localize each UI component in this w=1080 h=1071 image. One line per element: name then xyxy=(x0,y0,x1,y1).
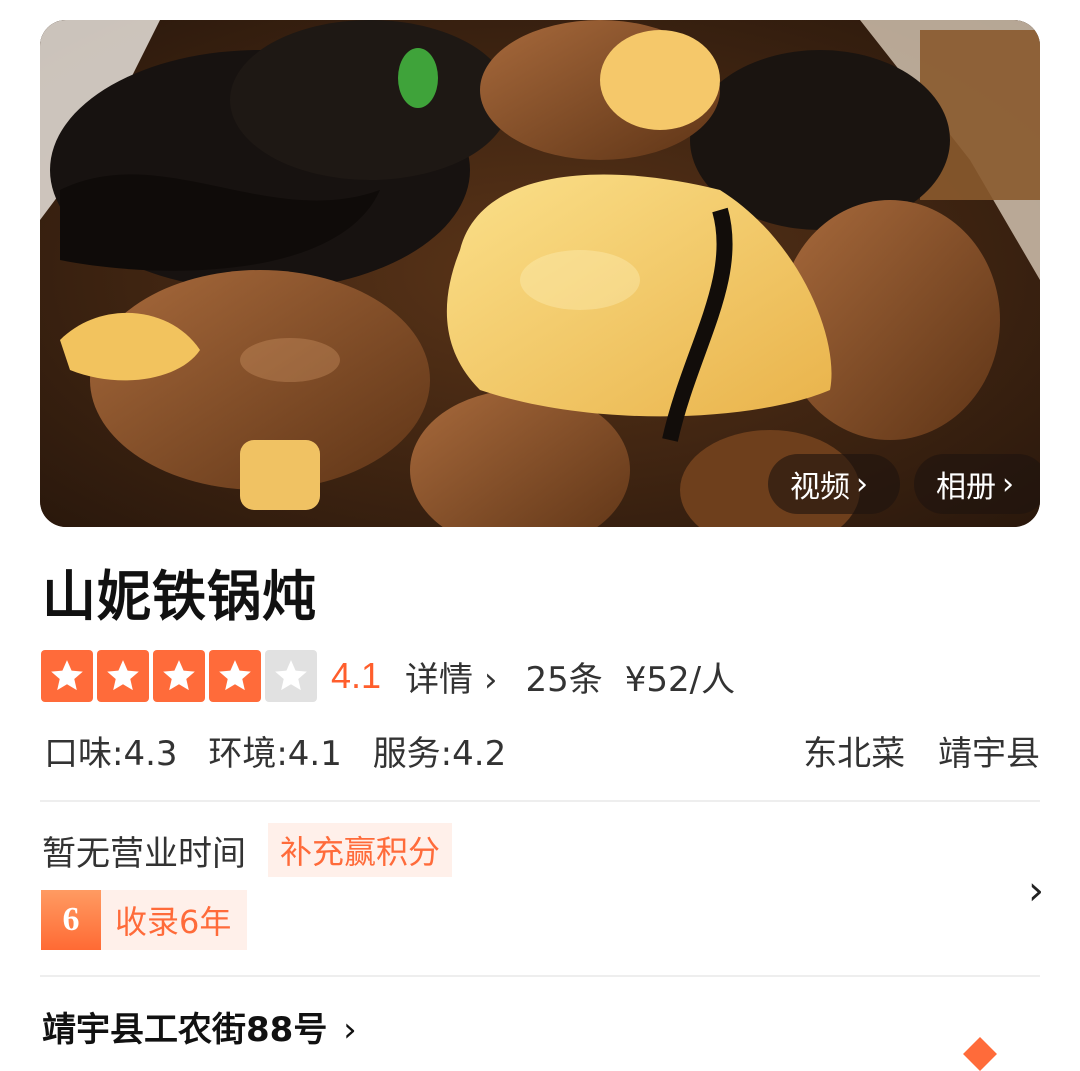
album-label: 相册 xyxy=(936,470,996,505)
star-icon xyxy=(97,650,149,702)
environment-score: 环境:4.1 xyxy=(208,733,342,774)
chevron-right-icon[interactable]: › xyxy=(1028,868,1044,914)
chevron-right-icon: › xyxy=(856,466,868,502)
navigation-icon[interactable] xyxy=(963,1037,997,1071)
earn-points-tag[interactable]: 补充赢积分 xyxy=(268,823,453,877)
star-icon xyxy=(209,650,261,702)
divider xyxy=(40,975,1040,977)
star-icon xyxy=(41,650,93,702)
business-hours: 暂无营业时间 xyxy=(42,833,246,874)
badge-text: 收录6年 xyxy=(101,890,248,950)
food-photo xyxy=(40,20,1040,527)
video-label: 视频 xyxy=(790,470,850,505)
average-price: ¥52/人 xyxy=(624,659,736,700)
video-button[interactable]: 视频 › xyxy=(768,454,900,514)
area-tag[interactable]: 靖宇县 xyxy=(938,734,1040,774)
review-count: 25条 xyxy=(525,659,603,700)
chevron-right-icon: › xyxy=(483,659,498,700)
shop-photo[interactable]: 视频 › 相册 › xyxy=(40,20,1040,527)
star-empty-icon xyxy=(265,650,317,702)
cuisine-tag[interactable]: 东北菜 xyxy=(803,734,905,774)
sub-scores-row: 口味:4.3 环境:4.1 服务:4.2 东北菜 靖宇县 xyxy=(44,724,1040,776)
taste-score: 口味:4.3 xyxy=(44,733,178,774)
shop-name: 山妮铁锅炖 xyxy=(42,565,317,628)
hours-row[interactable]: 暂无营业时间 补充赢积分 xyxy=(42,823,453,877)
service-score: 服务:4.2 xyxy=(372,733,507,774)
album-button[interactable]: 相册 › xyxy=(914,454,1040,514)
address-text: 靖宇县工农街88号 xyxy=(42,1010,328,1050)
listing-badge: 6 收录6年 xyxy=(41,890,248,950)
details-link[interactable]: 详情 › xyxy=(405,652,497,701)
chevron-right-icon: › xyxy=(1002,466,1014,502)
star-icon xyxy=(153,650,205,702)
address-link[interactable]: 靖宇县工农街88号 › xyxy=(42,1002,357,1051)
rating-row: 4.1 详情 › 25条 ¥52/人 xyxy=(41,650,735,702)
star-rating xyxy=(41,650,317,702)
chevron-right-icon: › xyxy=(343,1010,357,1050)
rating-score: 4.1 xyxy=(331,655,382,696)
divider xyxy=(40,800,1040,802)
badge-number: 6 xyxy=(41,890,101,950)
details-label: 详情 xyxy=(405,659,474,700)
